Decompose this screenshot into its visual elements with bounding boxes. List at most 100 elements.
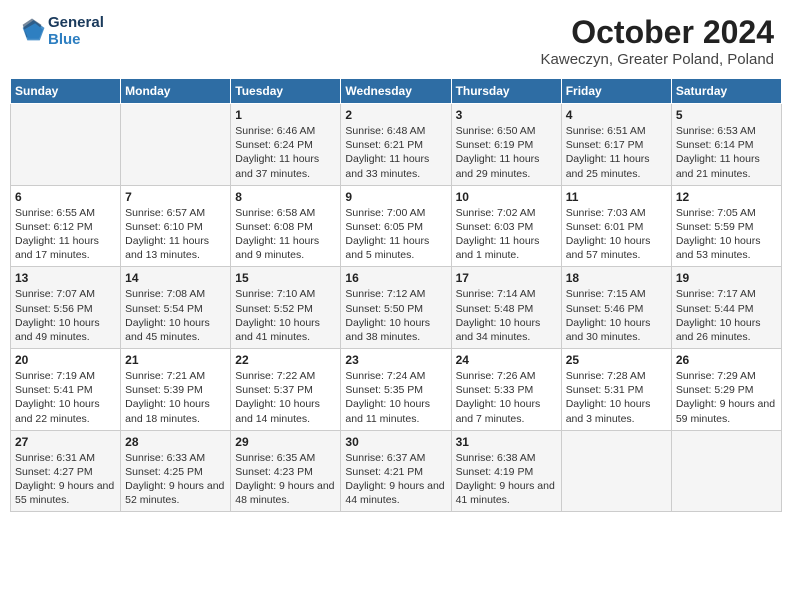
calendar-cell: 18Sunrise: 7:15 AMSunset: 5:46 PMDayligh… xyxy=(561,267,671,349)
sunrise-text: Sunrise: 7:08 AM xyxy=(125,288,205,300)
calendar-cell: 13Sunrise: 7:07 AMSunset: 5:56 PMDayligh… xyxy=(11,267,121,349)
day-number: 27 xyxy=(15,435,116,449)
day-number: 16 xyxy=(345,271,446,285)
day-number: 31 xyxy=(456,435,557,449)
calendar-week-3: 13Sunrise: 7:07 AMSunset: 5:56 PMDayligh… xyxy=(11,267,782,349)
calendar-cell: 23Sunrise: 7:24 AMSunset: 5:35 PMDayligh… xyxy=(341,349,451,431)
daylight-text: Daylight: 11 hours and 21 minutes. xyxy=(676,153,760,179)
sunset-text: Sunset: 4:27 PM xyxy=(15,466,93,478)
calendar-cell: 8Sunrise: 6:58 AMSunset: 6:08 PMDaylight… xyxy=(231,185,341,267)
sunset-text: Sunset: 6:19 PM xyxy=(456,139,534,151)
calendar-week-1: 1Sunrise: 6:46 AMSunset: 6:24 PMDaylight… xyxy=(11,104,782,186)
daylight-text: Daylight: 10 hours and 45 minutes. xyxy=(125,317,210,343)
sunrise-text: Sunrise: 7:17 AM xyxy=(676,288,756,300)
day-info: Sunrise: 6:57 AM Sunset: 6:10 PM Daylight:… xyxy=(125,206,226,263)
day-number: 30 xyxy=(345,435,446,449)
sunrise-text: Sunrise: 7:05 AM xyxy=(676,207,756,219)
calendar-cell: 24Sunrise: 7:26 AMSunset: 5:33 PMDayligh… xyxy=(451,349,561,431)
calendar-cell: 29Sunrise: 6:35 AMSunset: 4:23 PMDayligh… xyxy=(231,430,341,512)
sunrise-text: Sunrise: 7:15 AM xyxy=(566,288,646,300)
calendar-cell: 15Sunrise: 7:10 AMSunset: 5:52 PMDayligh… xyxy=(231,267,341,349)
day-info: Sunrise: 7:12 AMSunset: 5:50 PMDaylight:… xyxy=(345,287,446,344)
day-info: Sunrise: 6:31 AMSunset: 4:27 PMDaylight:… xyxy=(15,451,116,508)
daylight-text: Daylight: 11 hours and 33 minutes. xyxy=(345,153,429,179)
day-info: Sunrise: 7:14 AMSunset: 5:48 PMDaylight:… xyxy=(456,287,557,344)
sunset-text: Sunset: 6:24 PM xyxy=(235,139,313,151)
calendar-cell: 21Sunrise: 7:21 AMSunset: 5:39 PMDayligh… xyxy=(121,349,231,431)
day-info: Sunrise: 7:21 AMSunset: 5:39 PMDaylight:… xyxy=(125,369,226,426)
day-number: 10 xyxy=(456,190,557,204)
sunset-text: Sunset: 6:05 PM xyxy=(345,221,423,233)
calendar-cell xyxy=(121,104,231,186)
day-number: 4 xyxy=(566,108,667,122)
daylight-text: Daylight: 11 hours and 9 minutes. xyxy=(235,235,319,261)
day-info: Sunrise: 6:33 AMSunset: 4:25 PMDaylight:… xyxy=(125,451,226,508)
daylight-text: Daylight: 10 hours and 34 minutes. xyxy=(456,317,541,343)
sunrise-text: Sunrise: 6:46 AM xyxy=(235,125,315,137)
sunset-text: Sunset: 5:29 PM xyxy=(676,384,754,396)
sunset-text: Sunset: 5:59 PM xyxy=(676,221,754,233)
sunrise-text: Sunrise: 7:22 AM xyxy=(235,370,315,382)
sunset-text: Sunset: 6:03 PM xyxy=(456,221,534,233)
calendar-cell: 17 Sunrise: 7:14 AMSunset: 5:48 PMDayligh… xyxy=(451,267,561,349)
calendar-cell: 11 Sunrise: 7:03 AMSunset: 6:01 PMDayligh… xyxy=(561,185,671,267)
daylight-text: Daylight: 10 hours and 11 minutes. xyxy=(345,398,430,424)
sunrise-text: Sunrise: 6:57 AM xyxy=(125,207,205,219)
daylight-text: Daylight: 11 hours and 25 minutes. xyxy=(566,153,650,179)
day-number: 22 xyxy=(235,353,336,367)
sunrise-text: Sunrise: 6:37 AM xyxy=(345,452,425,464)
sunset-text: Sunset: 5:50 PM xyxy=(345,303,423,315)
sunset-text: Sunset: 6:10 PM xyxy=(125,221,203,233)
calendar-cell xyxy=(561,430,671,512)
calendar-cell: 3Sunrise: 6:50 AMSunset: 6:19 PMDaylight… xyxy=(451,104,561,186)
calendar-cell: 19Sunrise: 7:17 AMSunset: 5:44 PMDayligh… xyxy=(671,267,781,349)
calendar-cell: 10 Sunrise: 7:02 AMSunset: 6:03 PMDayligh… xyxy=(451,185,561,267)
calendar-cell: 20Sunrise: 7:19 AMSunset: 5:41 PMDayligh… xyxy=(11,349,121,431)
calendar-cell: 31Sunrise: 6:38 AMSunset: 4:19 PMDayligh… xyxy=(451,430,561,512)
sunrise-text: Sunrise: 6:31 AM xyxy=(15,452,95,464)
weekday-header-wednesday: Wednesday xyxy=(341,79,451,104)
sunrise-text: Sunrise: 7:14 AM xyxy=(456,288,536,300)
day-number: 11 xyxy=(566,190,667,204)
day-number: 17 xyxy=(456,271,557,285)
sunset-text: Sunset: 6:17 PM xyxy=(566,139,644,151)
sunset-text: Sunset: 4:23 PM xyxy=(235,466,313,478)
calendar-cell: 9Sunrise: 7:00 AMSunset: 6:05 PMDaylight… xyxy=(341,185,451,267)
daylight-text: Daylight: 9 hours and 52 minutes. xyxy=(125,480,224,506)
sunset-text: Sunset: 5:33 PM xyxy=(456,384,534,396)
sunset-text: Sunset: 6:01 PM xyxy=(566,221,644,233)
calendar-cell: 4Sunrise: 6:51 AMSunset: 6:17 PMDaylight… xyxy=(561,104,671,186)
weekday-header-thursday: Thursday xyxy=(451,79,561,104)
calendar-cell xyxy=(671,430,781,512)
daylight-text: Daylight: 9 hours and 59 minutes. xyxy=(676,398,775,424)
sunrise-text: Sunrise: 7:10 AM xyxy=(235,288,315,300)
calendar-cell: 22 Sunrise: 7:22 AMSunset: 5:37 PMDayligh… xyxy=(231,349,341,431)
sunset-text: Sunset: 5:52 PM xyxy=(235,303,313,315)
day-info: Sunrise: 6:58 AMSunset: 6:08 PMDaylight:… xyxy=(235,206,336,263)
sunset-text: Sunset: 5:44 PM xyxy=(676,303,754,315)
day-number: 5 xyxy=(676,108,777,122)
sunrise-text: Sunrise: 6:58 AM xyxy=(235,207,315,219)
day-number: 6 xyxy=(15,190,116,204)
sunrise-text: Sunrise: 7:12 AM xyxy=(345,288,425,300)
day-info: Sunrise: 7:02 AMSunset: 6:03 PMDaylight:… xyxy=(456,206,557,263)
sunrise-text: Sunrise: 7:29 AM xyxy=(676,370,756,382)
daylight-text: Daylight: 11 hours and 17 minutes. xyxy=(15,235,99,261)
day-info: Sunrise: 7:22 AMSunset: 5:37 PMDaylight:… xyxy=(235,369,336,426)
weekday-header-friday: Friday xyxy=(561,79,671,104)
sunset-text: Sunset: 6:14 PM xyxy=(676,139,754,151)
sunset-text: Sunset: 5:56 PM xyxy=(15,303,93,315)
sunset-text: Sunset: 4:21 PM xyxy=(345,466,423,478)
day-info: Sunrise: 7:19 AMSunset: 5:41 PMDaylight:… xyxy=(15,369,116,426)
calendar-cell: 1Sunrise: 6:46 AMSunset: 6:24 PMDaylight… xyxy=(231,104,341,186)
calendar-cell xyxy=(11,104,121,186)
day-info: Sunrise: 7:29 AM Sunset: 5:29 PM Daylight:… xyxy=(676,369,777,426)
calendar-week-5: 27 Sunrise: 6:31 AM Sunset: 4:27 PM Dayligh… xyxy=(11,430,782,512)
weekday-header-sunday: Sunday xyxy=(11,79,121,104)
daylight-text: Daylight: 11 hours and 13 minutes. xyxy=(125,235,209,261)
day-info: Sunrise: 7:05 AMSunset: 5:59 PMDaylight:… xyxy=(676,206,777,263)
daylight-text: Daylight: 10 hours and 49 minutes. xyxy=(15,317,100,343)
daylight-text: Daylight: 10 hours and 30 minutes. xyxy=(566,317,651,343)
day-info: Sunrise: 6:35 AMSunset: 4:23 PMDaylight:… xyxy=(235,451,336,508)
day-info: Sunrise: 7:03 AMSunset: 6:01 PMDaylight:… xyxy=(566,206,667,263)
